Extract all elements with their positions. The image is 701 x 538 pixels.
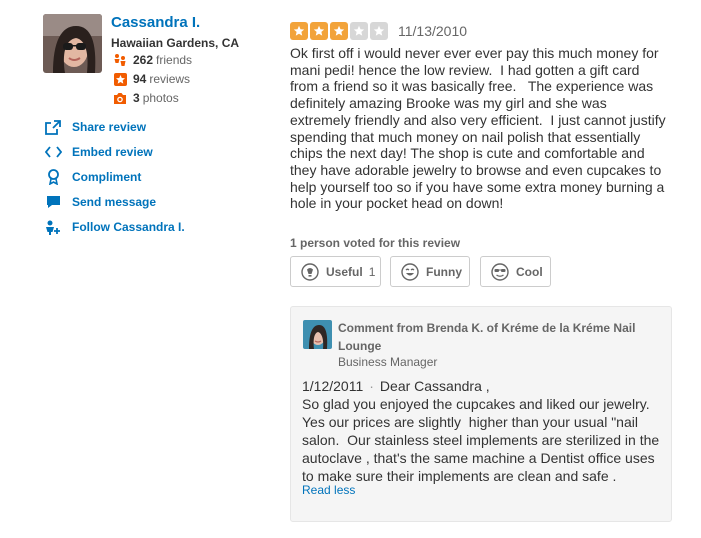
business-comment: Comment from Brenda K. of Kréme de la Kr… (290, 306, 672, 522)
share-review-link[interactable]: Share review (44, 119, 146, 135)
compliment-label: Compliment (72, 170, 142, 184)
friends-stat: 262 friends (113, 53, 192, 67)
cool-label: Cool (516, 264, 543, 279)
photos-label: photos (142, 91, 179, 105)
send-message-label: Send message (72, 195, 157, 209)
cool-button[interactable]: Cool (480, 256, 551, 287)
message-icon (44, 194, 62, 210)
reviews-label: reviews (149, 72, 191, 86)
reviews-star-icon (113, 72, 127, 86)
friends-icon (113, 53, 127, 67)
review-date: 11/13/2010 (398, 23, 468, 39)
star-icon (310, 22, 328, 40)
useful-icon (301, 262, 319, 281)
reviews-stat: 94 reviews (113, 72, 190, 86)
reviews-count: 94 (133, 72, 147, 86)
comment-author-role: Business Manager (338, 355, 438, 369)
photos-stat: 3 photos (113, 91, 179, 105)
funny-button[interactable]: Funny (390, 256, 470, 287)
send-message-link[interactable]: Send message (44, 194, 156, 210)
compliment-link[interactable]: Compliment (44, 169, 141, 185)
business-avatar[interactable] (303, 320, 332, 349)
embed-review-link[interactable]: Embed review (44, 144, 153, 160)
friends-label: friends (156, 53, 193, 67)
camera-icon (113, 91, 127, 105)
compliment-icon (44, 169, 62, 185)
cool-icon (491, 262, 509, 281)
star-rating (290, 22, 390, 40)
user-avatar[interactable] (43, 14, 102, 73)
star-icon (290, 22, 308, 40)
read-less-link[interactable]: Read less (302, 483, 355, 497)
embed-review-label: Embed review (72, 145, 153, 159)
star-icon (330, 22, 348, 40)
useful-count: 1 (368, 264, 376, 279)
share-review-label: Share review (72, 120, 147, 134)
user-name[interactable]: Cassandra I. (111, 14, 200, 31)
embed-icon (44, 144, 62, 160)
funny-icon (401, 262, 419, 281)
photos-count: 3 (133, 91, 140, 105)
comment-separator: · (369, 378, 374, 394)
star-icon (370, 22, 388, 40)
user-location: Hawaiian Gardens, CA (111, 36, 240, 50)
funny-label: Funny (426, 264, 462, 279)
follow-icon (44, 219, 62, 235)
follow-user-link[interactable]: Follow Cassandra I. (44, 219, 185, 235)
star-icon (350, 22, 368, 40)
comment-author: Comment from Brenda K. of Kréme de la Kr… (338, 321, 636, 353)
share-icon (44, 119, 62, 135)
useful-label: Useful (326, 264, 363, 279)
comment-date: 1/12/2011 (302, 378, 364, 394)
useful-button[interactable]: Useful 1 (290, 256, 381, 287)
review-text: Ok first off i would never ever ever pay… (290, 45, 670, 212)
friends-count: 262 (133, 53, 154, 67)
comment-body: 1/12/2011 · Dear Cassandra , So glad you e… (302, 377, 667, 485)
vote-summary: 1 person voted for this review (290, 236, 461, 250)
follow-user-label: Follow Cassandra I. (72, 220, 185, 234)
